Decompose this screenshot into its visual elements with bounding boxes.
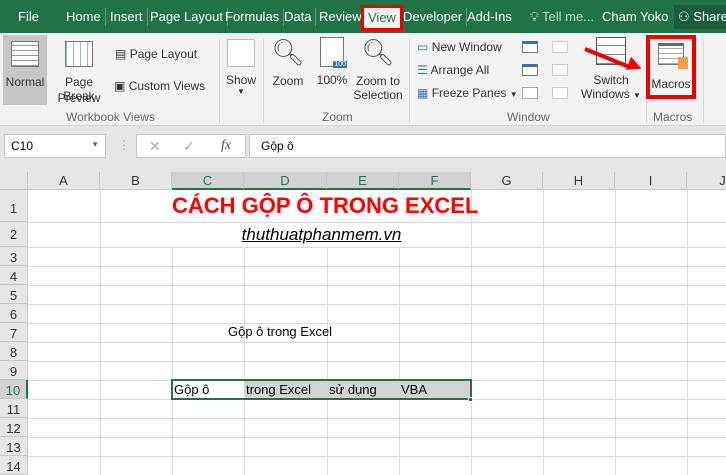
tab-view[interactable]: View xyxy=(361,5,403,31)
row-header-4[interactable]: 4 xyxy=(0,266,28,285)
normal-view-button[interactable]: Normal xyxy=(3,35,47,105)
column-header-c[interactable]: C xyxy=(172,172,244,190)
resize-handle[interactable]: ⋮ xyxy=(118,138,130,152)
split-icon[interactable] xyxy=(522,41,538,53)
selection-border xyxy=(171,379,472,400)
tab-page-layout[interactable]: Page Layout xyxy=(146,8,229,26)
tab-home[interactable]: Home xyxy=(62,8,106,26)
name-box[interactable]: C10 ▼ xyxy=(4,134,106,158)
custom-views-button[interactable]: ▣ Custom Views xyxy=(114,79,205,93)
row-header-2[interactable]: 2 xyxy=(0,222,28,247)
macros-button[interactable]: Macros xyxy=(646,35,696,99)
zoom-to-selection-button[interactable]: 🔍︎ Zoom to Selection xyxy=(352,37,404,102)
grid-icon xyxy=(11,41,39,67)
row-header-12[interactable]: 12 xyxy=(0,418,28,437)
row-header-8[interactable]: 8 xyxy=(0,342,28,361)
tab-data[interactable]: Data xyxy=(280,8,317,26)
row-header-10[interactable]: 10 xyxy=(0,380,28,399)
formula-input[interactable]: Gộp ô xyxy=(249,134,726,158)
tell-me-search[interactable]: Tell me... xyxy=(538,8,598,26)
column-header-i[interactable]: I xyxy=(615,172,687,190)
sync-scroll-icon[interactable] xyxy=(552,64,568,76)
freeze-panes-icon: ▦ xyxy=(417,86,429,100)
formula-bar: C10 ▼ ⋮ ✕ ✓ fx Gộp ô xyxy=(0,126,726,172)
new-window-button[interactable]: ▭ New Window xyxy=(417,40,502,54)
column-header-b[interactable]: B xyxy=(100,172,172,190)
reset-position-icon[interactable] xyxy=(552,87,568,99)
user-name[interactable]: Cham Yoko xyxy=(598,8,673,26)
enter-icon[interactable]: ✓ xyxy=(183,138,195,155)
show-icon xyxy=(227,39,255,67)
tab-review[interactable]: Review xyxy=(315,8,366,26)
tab-file[interactable]: File xyxy=(14,8,43,26)
cancel-icon[interactable]: ✕ xyxy=(149,138,161,155)
arrange-all-icon: ☰ xyxy=(417,63,428,77)
row-header-6[interactable]: 6 xyxy=(0,304,28,323)
row-header-5[interactable]: 5 xyxy=(0,285,28,304)
row-header-9[interactable]: 9 xyxy=(0,361,28,380)
tab-developer[interactable]: Developer xyxy=(399,8,468,26)
view-side-by-side-icon[interactable] xyxy=(552,41,568,53)
magnifier-icon: 🔍︎ xyxy=(271,37,305,67)
fill-handle[interactable] xyxy=(468,397,473,402)
freeze-panes-button[interactable]: ▦ Freeze Panes ▼ xyxy=(417,86,518,100)
column-header-a[interactable]: A xyxy=(28,172,100,190)
tab-formulas[interactable]: Formulas xyxy=(221,8,285,26)
select-all-corner[interactable] xyxy=(0,172,28,190)
show-button[interactable]: Show ▼ xyxy=(224,37,258,103)
zoom-100-button[interactable]: 100 100% xyxy=(314,37,350,87)
tab-insert[interactable]: Insert xyxy=(106,8,148,26)
row-header-7[interactable]: 7 xyxy=(0,323,28,342)
row-header-14[interactable]: 14 xyxy=(0,456,28,475)
group-label-window: Window xyxy=(507,110,550,124)
page-layout-button[interactable]: ▤ Page Layout xyxy=(115,47,197,61)
dropdown-icon: ▼ xyxy=(509,90,518,99)
cell-site[interactable]: thuthuatphanmem.vn xyxy=(172,223,471,247)
column-header-d[interactable]: D xyxy=(244,172,327,190)
page-layout-icon: ▤ xyxy=(115,47,127,61)
dropdown-icon[interactable]: ▼ xyxy=(91,140,99,149)
spreadsheet-grid: A B C D E F G H I J 1 2 3 4 5 6 7 8 9 10… xyxy=(0,172,726,475)
row-header-3[interactable]: 3 xyxy=(0,247,28,266)
scroll-icon xyxy=(678,57,688,69)
row-header-1[interactable]: 1 xyxy=(0,190,28,222)
tab-add-ins[interactable]: Add-Ins xyxy=(463,8,516,26)
cell-c7[interactable]: Gộp ô trong Excel xyxy=(228,324,332,339)
group-label-macros: Macros xyxy=(653,110,693,124)
column-header-g[interactable]: G xyxy=(471,172,543,190)
share-button[interactable]: ⚇ Share xyxy=(674,5,726,29)
zoom-button[interactable]: 🔍︎ Zoom xyxy=(270,37,306,88)
column-header-j[interactable]: J xyxy=(687,172,726,190)
column-header-h[interactable]: H xyxy=(543,172,615,190)
ribbon: Normal Page Break Preview ▤ Page Layout … xyxy=(0,33,726,126)
ribbon-tabs: File Home Insert Page Layout Formulas Da… xyxy=(0,0,726,33)
formula-buttons: ✕ ✓ fx xyxy=(136,134,246,158)
zoom-selection-icon: 🔍︎ xyxy=(361,37,395,67)
dropdown-icon: ▼ xyxy=(237,87,245,96)
cell-title[interactable]: CÁCH GỘP Ô TRONG EXCEL xyxy=(172,190,478,222)
page-break-icon xyxy=(65,41,93,67)
person-add-icon: ⚇ xyxy=(678,9,690,24)
row-header-13[interactable]: 13 xyxy=(0,437,28,456)
column-header-f[interactable]: F xyxy=(399,172,471,190)
unhide-icon[interactable] xyxy=(522,87,538,99)
page-break-preview-button[interactable]: Page Break Preview xyxy=(49,35,109,105)
column-header-e[interactable]: E xyxy=(327,172,399,190)
group-label-zoom: Zoom xyxy=(322,110,353,124)
dropdown-icon: ▼ xyxy=(633,91,641,100)
group-label-workbook-views: Workbook Views xyxy=(66,110,155,124)
arrange-all-button[interactable]: ☰ Arrange All xyxy=(417,63,489,77)
hide-icon[interactable] xyxy=(522,64,538,76)
custom-views-icon: ▣ xyxy=(114,79,126,93)
function-icon[interactable]: fx xyxy=(221,138,231,154)
zoom-100-icon: 100 xyxy=(320,37,347,68)
row-header-11[interactable]: 11 xyxy=(0,399,28,418)
new-window-icon: ▭ xyxy=(417,40,429,54)
